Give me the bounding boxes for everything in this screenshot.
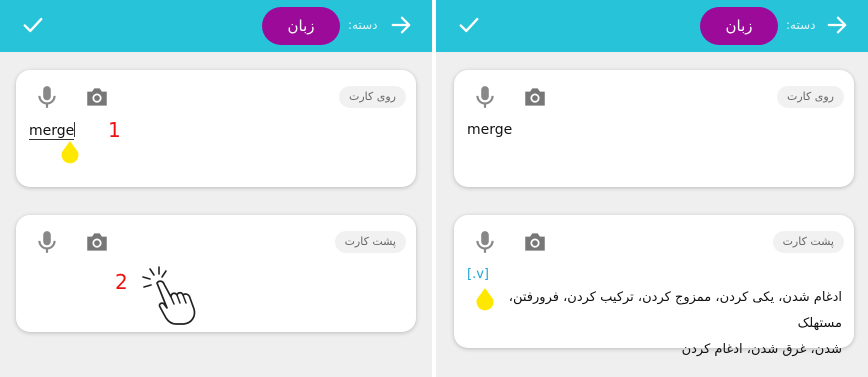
front-label: روی کارت — [777, 86, 844, 108]
tap-hand-icon — [142, 266, 196, 325]
step-number: 1 — [108, 118, 121, 142]
back-label: پشت کارت — [772, 231, 844, 253]
top-bar: زبان دسته: — [0, 0, 432, 52]
text-caret — [74, 122, 76, 137]
touch-indicator-icon — [61, 141, 79, 164]
check-icon[interactable] — [22, 14, 44, 36]
back-card: پشت کارت 2 — [16, 215, 416, 332]
back-input[interactable] — [29, 267, 399, 307]
part-of-speech: [.v] — [467, 267, 489, 282]
camera-icon[interactable] — [84, 229, 110, 255]
top-bar: زبان دسته: — [436, 0, 868, 52]
left-screen: زبان دسته: روی کارت merge 1 پشت کارت 2 — [0, 0, 432, 377]
camera-icon[interactable] — [522, 84, 548, 110]
front-card: روی کارت merge 1 — [16, 70, 416, 187]
category-label: دسته: — [348, 18, 378, 32]
mic-icon[interactable] — [472, 84, 498, 110]
mic-icon[interactable] — [472, 229, 498, 255]
back-label: پشت کارت — [334, 231, 406, 253]
camera-icon[interactable] — [84, 84, 110, 110]
stage: زبان دسته: روی کارت merge 1 پشت کارت 2 ز… — [0, 0, 868, 377]
back-input[interactable]: ادغام شدن، یکی کردن، ممزوج کردن، ترکیب ک… — [466, 285, 842, 363]
back-card: پشت کارت [.v] ادغام شدن، یکی کردن، ممزوج… — [454, 215, 854, 357]
arrow-right-icon[interactable] — [390, 14, 412, 36]
mic-icon[interactable] — [34, 84, 60, 110]
mic-icon[interactable] — [34, 229, 60, 255]
front-input[interactable]: merge — [29, 122, 76, 140]
step-number: 2 — [115, 270, 128, 294]
arrow-right-icon[interactable] — [826, 14, 848, 36]
language-button[interactable]: زبان — [262, 7, 340, 45]
meaning-line: شدن، غرق شدن، ادغام کردن — [681, 342, 842, 357]
right-screen: زبان دسته: روی کارت merge پشت کارت [.v] — [436, 0, 868, 377]
touch-indicator-icon — [476, 288, 494, 311]
meaning-line: ادغام شدن، یکی کردن، ممزوج کردن، ترکیب ک… — [508, 290, 842, 331]
camera-icon[interactable] — [522, 229, 548, 255]
front-input[interactable]: merge — [467, 122, 512, 138]
language-button[interactable]: زبان — [700, 7, 778, 45]
front-card: روی کارت merge — [454, 70, 854, 187]
check-icon[interactable] — [458, 14, 480, 36]
front-input-text: merge — [29, 123, 75, 140]
front-label: روی کارت — [339, 86, 406, 108]
category-label: دسته: — [786, 18, 816, 32]
